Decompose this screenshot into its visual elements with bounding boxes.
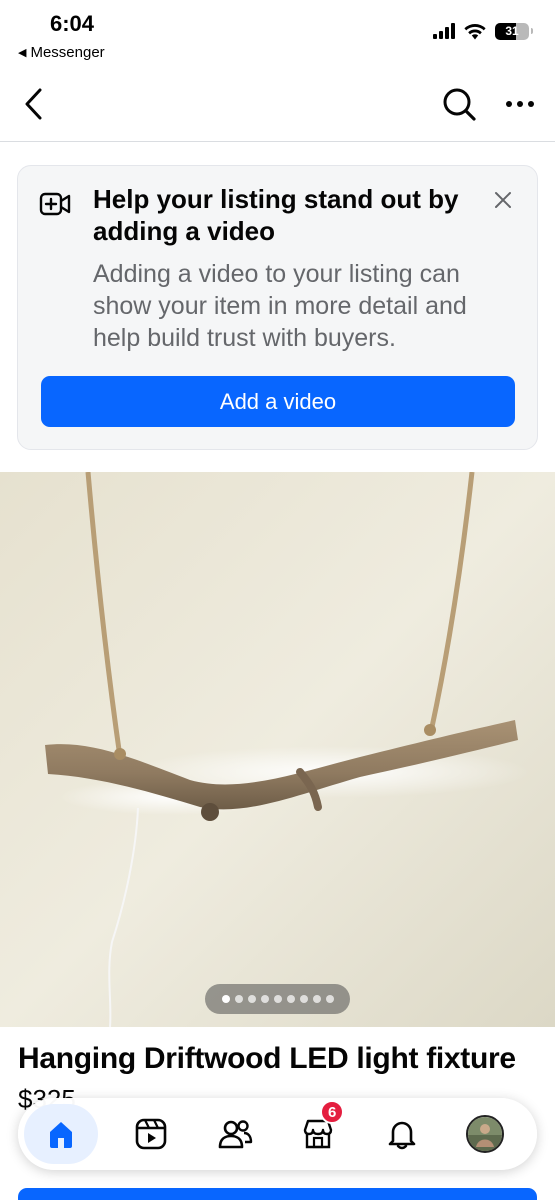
video-add-icon xyxy=(39,192,71,216)
page-dot xyxy=(286,995,295,1003)
avatar xyxy=(465,1115,504,1153)
battery-level: 31 xyxy=(505,24,519,38)
listing-photo xyxy=(0,472,555,1027)
message-seller-button-partial[interactable] xyxy=(18,1188,537,1200)
promo-title: Help your listing stand out by adding a … xyxy=(93,184,459,246)
more-horizontal-icon[interactable] xyxy=(505,92,535,116)
tab-video[interactable] xyxy=(121,1104,181,1164)
page-dot xyxy=(299,995,308,1003)
listing-title: Hanging Driftwood LED light fixture xyxy=(18,1042,516,1075)
back-to-messenger-link[interactable]: ◀ Messenger xyxy=(18,44,105,61)
status-time: 6:04 xyxy=(50,11,95,36)
tab-notifications[interactable] xyxy=(372,1104,432,1164)
page-dot xyxy=(260,995,269,1003)
friends-icon xyxy=(218,1120,252,1149)
page-dot xyxy=(325,995,334,1003)
avatar-icon xyxy=(467,1117,502,1151)
cellular-signal-icon xyxy=(433,23,455,39)
status-bar: 6:04 ◀ Messenger 31 xyxy=(0,0,555,68)
system-icons: 31 xyxy=(433,22,533,40)
marketplace-listing-screen: 6:04 ◀ Messenger 31 Help your listing st… xyxy=(0,0,555,1200)
tab-profile[interactable] xyxy=(455,1104,515,1164)
tab-marketplace[interactable]: 6 xyxy=(288,1100,348,1164)
page-dot xyxy=(273,995,282,1003)
promo-description: Adding a video to your listing can show … xyxy=(93,260,467,352)
tab-home[interactable] xyxy=(24,1104,98,1164)
top-nav-bar xyxy=(0,68,555,142)
back-app-label: Messenger xyxy=(30,44,105,61)
add-video-button[interactable]: Add a video xyxy=(41,376,515,427)
chevron-left-icon[interactable] xyxy=(18,86,50,122)
close-icon[interactable] xyxy=(491,188,515,212)
listing-photo-carousel[interactable] xyxy=(0,472,555,1027)
home-icon xyxy=(50,1122,72,1148)
wifi-icon xyxy=(464,24,486,40)
marketplace-notification-badge: 6 xyxy=(320,1100,345,1124)
search-icon[interactable] xyxy=(441,86,477,122)
battery-icon: 31 xyxy=(495,22,533,40)
page-dot-active xyxy=(221,995,230,1003)
bottom-tab-bar: 6 xyxy=(18,1098,537,1170)
video-feed-icon xyxy=(136,1118,167,1150)
photo-page-indicator[interactable] xyxy=(205,984,350,1014)
back-triangle-icon: ◀ xyxy=(18,47,27,59)
page-dot xyxy=(312,995,321,1003)
page-dot xyxy=(247,995,256,1003)
tab-friends[interactable] xyxy=(205,1104,265,1164)
bell-icon xyxy=(388,1121,415,1150)
page-dot xyxy=(234,995,243,1003)
add-video-promo-card: Help your listing stand out by adding a … xyxy=(17,165,538,450)
